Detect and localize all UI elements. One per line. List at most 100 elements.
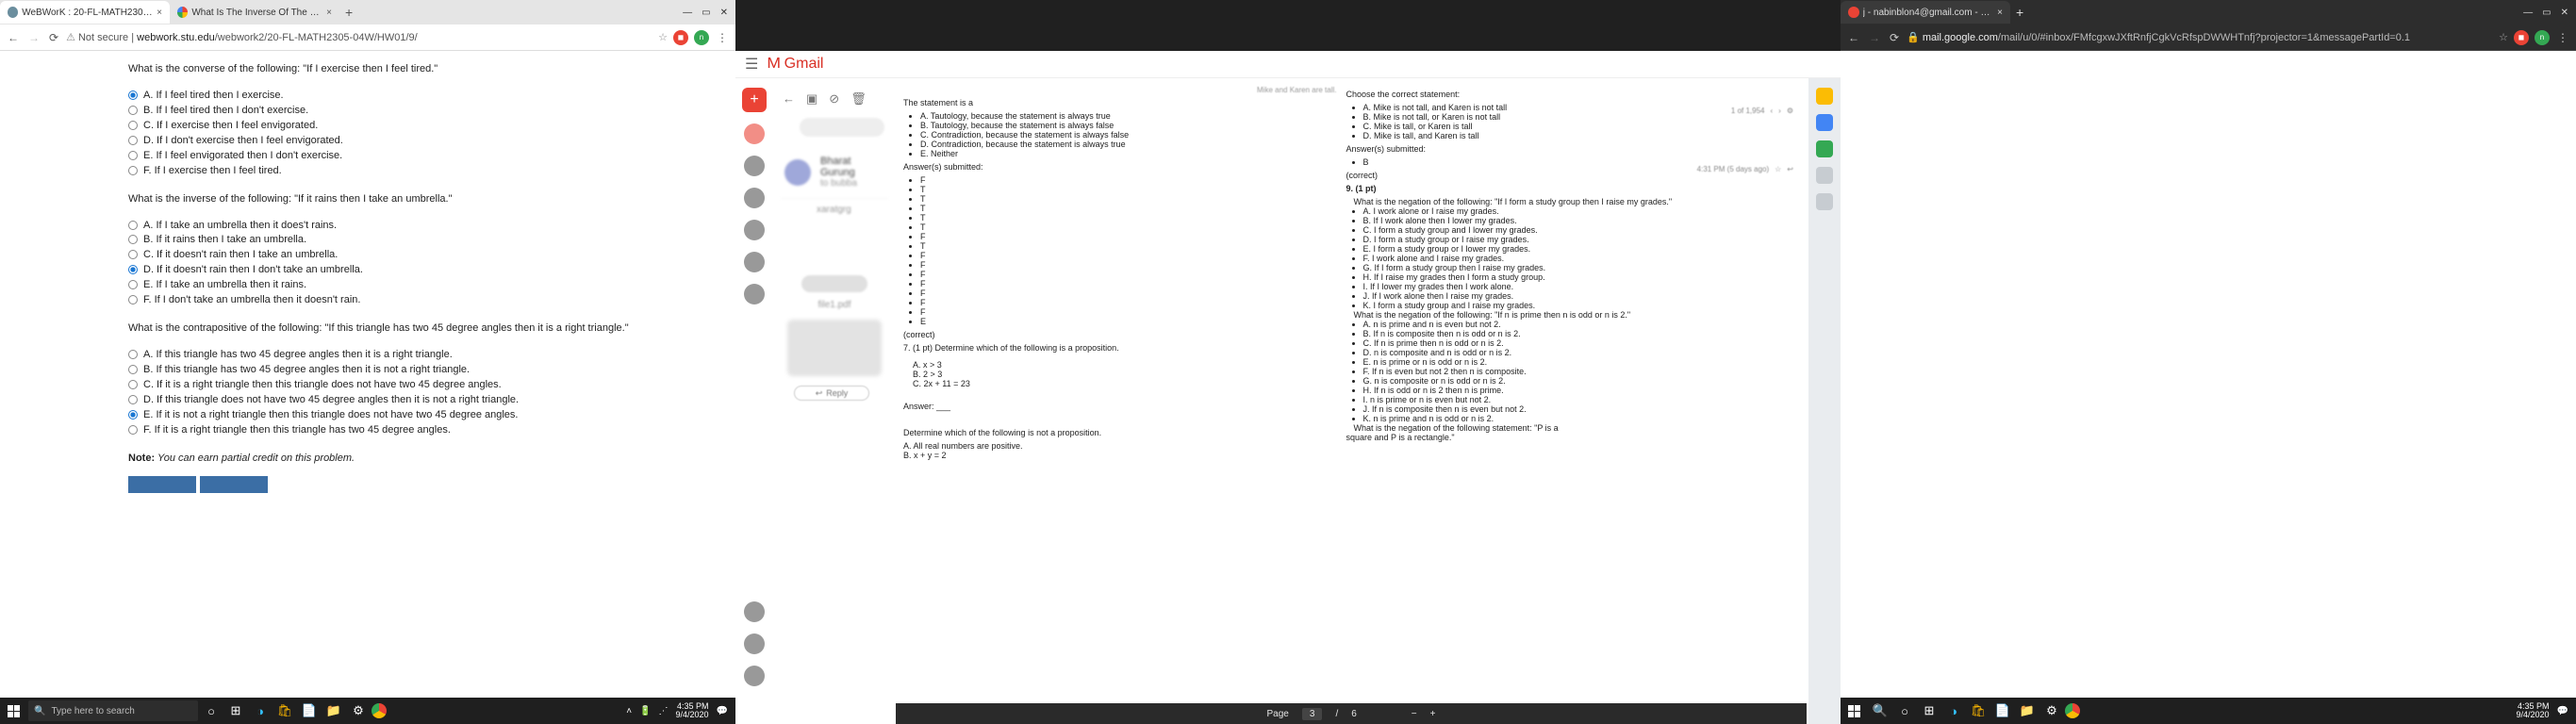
option-c[interactable]: C. If it is a right triangle then this t… [128, 378, 720, 393]
tray-up-icon[interactable]: ˄ [626, 706, 632, 716]
word-icon[interactable]: 📄 [1991, 699, 2014, 722]
radio-icon[interactable] [128, 395, 138, 404]
radio-icon[interactable] [128, 106, 138, 115]
compose-button[interactable]: + [742, 88, 767, 112]
option-e[interactable]: E. If it is not a right triangle then th… [128, 408, 720, 423]
star-icon[interactable]: ☆ [658, 31, 668, 43]
gmail-logo[interactable]: MGmail [768, 56, 823, 73]
radio-icon[interactable] [128, 166, 138, 175]
radio-icon[interactable] [128, 90, 138, 100]
forward-icon[interactable]: → [1867, 31, 1882, 44]
cortana-icon[interactable]: ○ [200, 699, 223, 722]
taskview-icon[interactable]: ⊞ [224, 699, 247, 722]
radio-icon[interactable] [128, 136, 138, 145]
delete-icon[interactable]: 🗑 [850, 91, 867, 107]
reload-icon[interactable]: ⟳ [1888, 31, 1901, 44]
back-icon[interactable]: ← [783, 91, 795, 107]
mail-item[interactable]: Bharat Gurung to bubba [781, 146, 888, 199]
option-d[interactable]: D. If it doesn't rain then I don't take … [128, 263, 720, 278]
zoom-out-icon[interactable]: − [1412, 709, 1417, 719]
menu-icon[interactable]: ☰ [745, 55, 758, 74]
start-button[interactable] [0, 698, 26, 724]
ext-icon[interactable]: n [2535, 30, 2550, 45]
edge-icon[interactable]: ◑ [249, 699, 272, 722]
tab-google-search[interactable]: What Is The Inverse Of The Follo × [170, 1, 339, 24]
radio-icon[interactable] [128, 365, 138, 374]
phone-icon[interactable] [744, 666, 765, 686]
settings-icon[interactable]: ⚙ [2040, 699, 2063, 722]
radio-icon[interactable] [128, 151, 138, 160]
url-field[interactable]: ⚠ Not secure | webwork.stu.edu/webwork2/… [66, 31, 652, 43]
addon-icon[interactable] [1816, 167, 1833, 184]
snoozed-icon[interactable] [744, 188, 765, 208]
chrome-icon[interactable] [372, 703, 387, 718]
starred-icon[interactable] [744, 156, 765, 176]
calendar-icon[interactable] [1816, 114, 1833, 131]
option-b[interactable]: B. If I feel tired then I don't exercise… [128, 104, 720, 119]
new-tab-button[interactable]: + [339, 5, 358, 20]
notif-icon[interactable]: 💬 [2557, 706, 2568, 716]
radio-icon[interactable] [128, 350, 138, 359]
inbox-icon[interactable] [744, 123, 765, 144]
close-icon[interactable]: ✕ [2561, 8, 2568, 18]
notif-icon[interactable]: 💬 [717, 706, 728, 716]
option-d[interactable]: D. If this triangle does not have two 45… [128, 393, 720, 408]
edge-icon[interactable]: ◑ [1942, 699, 1965, 722]
radio-icon[interactable] [128, 280, 138, 289]
addon-icon[interactable] [1816, 193, 1833, 210]
word-icon[interactable]: 📄 [298, 699, 321, 722]
option-a[interactable]: A. If I feel tired then I exercise. [128, 89, 720, 104]
radio-icon[interactable] [128, 221, 138, 230]
back-icon[interactable]: ← [1846, 31, 1861, 44]
preview-button[interactable] [200, 476, 268, 493]
max-icon[interactable]: ▭ [702, 8, 710, 18]
settings-icon[interactable]: ⚙ [347, 699, 370, 722]
close-tab-icon[interactable]: × [157, 8, 162, 18]
submit-button[interactable] [128, 476, 196, 493]
menu-icon[interactable]: ⋮ [2555, 31, 2570, 44]
chrome-icon[interactable] [2065, 703, 2080, 718]
explorer-icon[interactable]: 📁 [322, 699, 345, 722]
radio-icon[interactable] [128, 295, 138, 304]
store-icon[interactable]: 🛍 [1967, 699, 1990, 722]
close-tab-icon[interactable]: × [326, 8, 332, 18]
zoom-in-icon[interactable]: + [1430, 709, 1436, 719]
attachment-preview[interactable] [787, 320, 882, 376]
radio-icon[interactable] [128, 425, 138, 435]
store-icon[interactable]: 🛍 [273, 699, 296, 722]
new-tab-button[interactable]: + [2010, 5, 2029, 20]
clock[interactable]: 4:35 PM9/4/2020 [676, 702, 709, 719]
battery-icon[interactable]: 🔋 [639, 706, 651, 716]
radio-icon[interactable] [128, 235, 138, 244]
min-icon[interactable]: — [2523, 8, 2533, 18]
radio-icon[interactable] [128, 121, 138, 130]
reply-button[interactable]: ↩Reply [794, 386, 869, 401]
option-a[interactable]: A. If this triangle has two 45 degree an… [128, 348, 720, 363]
wifi-icon[interactable]: ⋰ [659, 706, 669, 716]
min-icon[interactable]: — [683, 8, 692, 18]
sent-icon[interactable] [744, 220, 765, 240]
option-b[interactable]: B. If this triangle has two 45 degree an… [128, 363, 720, 378]
option-f[interactable]: F. If I don't take an umbrella then it d… [128, 293, 720, 308]
close-tab-icon[interactable]: × [1997, 8, 2003, 18]
option-c[interactable]: C. If it doesn't rain then I take an umb… [128, 248, 720, 263]
radio-icon[interactable] [128, 265, 138, 274]
option-e[interactable]: E. If I take an umbrella then it rains. [128, 278, 720, 293]
option-b[interactable]: B. If it rains then I take an umbrella. [128, 233, 720, 248]
close-icon[interactable]: ✕ [720, 8, 728, 18]
radio-icon[interactable] [128, 410, 138, 420]
ext-icon[interactable]: n [694, 30, 709, 45]
explorer-icon[interactable]: 📁 [2016, 699, 2039, 722]
menu-icon[interactable]: ⋮ [715, 31, 730, 44]
radio-icon[interactable] [128, 250, 138, 259]
url-field[interactable]: 🔒 mail.google.com/mail/u/0/#inbox/FMfcgx… [1907, 31, 2493, 43]
keep-icon[interactable] [1816, 88, 1833, 105]
tasks-icon[interactable] [1816, 140, 1833, 157]
reload-icon[interactable]: ⟳ [47, 31, 60, 44]
option-a[interactable]: A. If I take an umbrella then it does't … [128, 219, 720, 234]
cortana-icon[interactable]: ○ [1893, 699, 1916, 722]
attachment-chip[interactable] [801, 275, 867, 292]
option-c[interactable]: C. If I exercise then I feel envigorated… [128, 119, 720, 134]
tab-webwork[interactable]: WeBWorK : 20-FL-MATH2305-04 × [0, 1, 170, 24]
forward-icon[interactable]: → [26, 31, 41, 44]
